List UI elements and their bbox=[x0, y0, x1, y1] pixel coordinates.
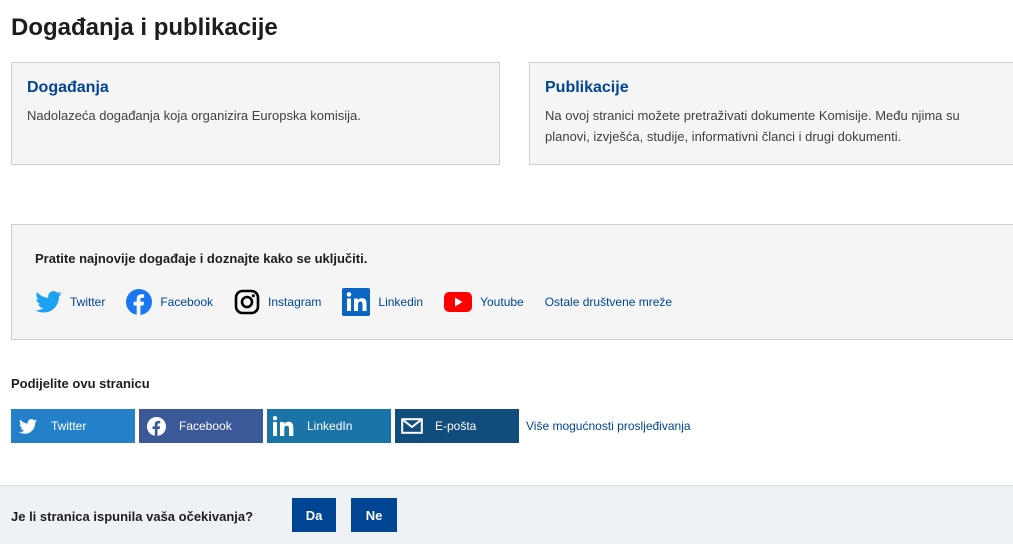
card-publications-title[interactable]: Publikacije bbox=[545, 79, 1013, 97]
share-button-label: Facebook bbox=[179, 419, 232, 433]
page-title: Događanja i publikacije bbox=[11, 14, 278, 41]
more-share-options-link[interactable]: Više mogućnosti prosljeđivanja bbox=[526, 419, 691, 433]
share-twitter-button[interactable]: Twitter bbox=[11, 409, 135, 443]
social-link-label: Linkedin bbox=[378, 295, 424, 309]
social-link-label: Twitter bbox=[70, 295, 106, 309]
social-link-other-networks[interactable]: Ostale društvene mreže bbox=[545, 295, 672, 309]
share-label: Podijelite ovu stranicu bbox=[11, 376, 150, 391]
follow-social-section: Pratite najnovije događaje i doznajte ka… bbox=[11, 224, 1013, 340]
youtube-icon bbox=[444, 292, 473, 312]
card-publications: Publikacije Na ovoj stranici možete pret… bbox=[529, 62, 1013, 165]
card-events-title[interactable]: Događanja bbox=[27, 79, 484, 97]
share-email-button[interactable]: E-pošta bbox=[395, 409, 519, 443]
share-button-label: Twitter bbox=[51, 419, 87, 433]
share-facebook-button[interactable]: Facebook bbox=[139, 409, 263, 443]
envelope-icon bbox=[395, 409, 429, 443]
linkedin-icon bbox=[342, 288, 371, 316]
twitter-icon bbox=[35, 291, 62, 313]
social-link-linkedin[interactable]: Linkedin bbox=[342, 288, 423, 316]
share-button-label: LinkedIn bbox=[307, 419, 353, 433]
share-buttons: Twitter Facebook LinkedIn E-pošta Više m… bbox=[11, 409, 691, 443]
feedback-bar: Je li stranica ispunila vaša očekivanja?… bbox=[0, 485, 1013, 544]
social-link-twitter[interactable]: Twitter bbox=[35, 291, 105, 313]
linkedin-icon bbox=[267, 409, 301, 443]
feedback-question: Je li stranica ispunila vaša očekivanja? bbox=[11, 509, 254, 524]
share-linkedin-button[interactable]: LinkedIn bbox=[267, 409, 391, 443]
social-link-facebook[interactable]: Facebook bbox=[126, 289, 213, 315]
social-links: Twitter Facebook Instagram Linkedin Yout… bbox=[35, 287, 693, 317]
facebook-icon bbox=[139, 409, 173, 443]
share-button-label: E-pošta bbox=[435, 419, 477, 433]
feedback-yes-button[interactable]: Da bbox=[292, 498, 336, 532]
social-link-label: Instagram bbox=[268, 295, 322, 309]
follow-heading: Pratite najnovije događaje i doznajte ka… bbox=[35, 251, 368, 266]
social-link-label: Youtube bbox=[480, 295, 524, 309]
card-events: Događanja Nadolazeća događanja koja orga… bbox=[11, 62, 500, 165]
card-events-text: Nadolazeća događanja koja organizira Eur… bbox=[27, 108, 361, 123]
facebook-icon bbox=[126, 289, 153, 315]
social-link-youtube[interactable]: Youtube bbox=[444, 292, 524, 312]
feedback-no-button[interactable]: Ne bbox=[351, 498, 397, 532]
social-link-label: Facebook bbox=[160, 295, 214, 309]
twitter-icon bbox=[11, 409, 45, 443]
card-publications-text: Na ovoj stranici možete pretraživati dok… bbox=[545, 108, 960, 144]
instagram-icon bbox=[234, 289, 260, 315]
social-link-instagram[interactable]: Instagram bbox=[234, 289, 321, 315]
